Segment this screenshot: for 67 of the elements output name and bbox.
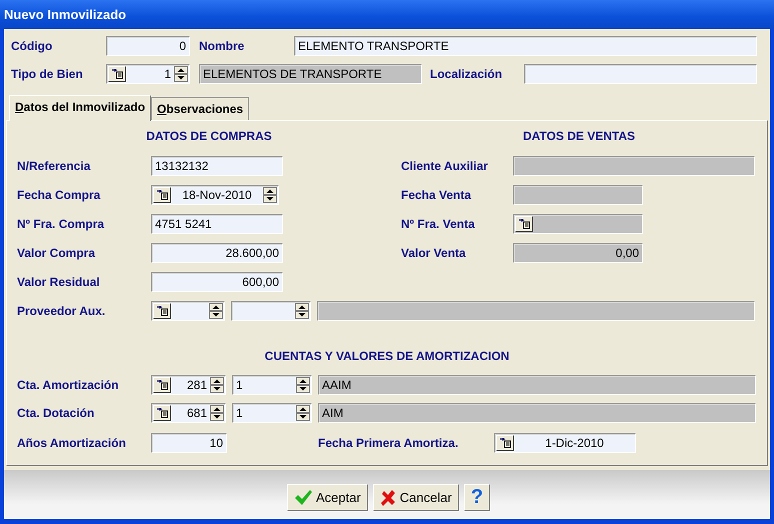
spin-field[interactable]: 1 bbox=[232, 403, 312, 423]
spinner[interactable] bbox=[174, 66, 188, 82]
lookup-field[interactable] bbox=[151, 300, 225, 320]
lookup-field[interactable]: 281 bbox=[151, 375, 226, 395]
field-label: Nº Fra. Venta bbox=[401, 216, 476, 230]
field-label: Años Amortización bbox=[17, 436, 127, 450]
spinner[interactable] bbox=[209, 302, 223, 318]
field-label: Valor Compra bbox=[17, 246, 96, 260]
text-field[interactable]: 4751 5241 bbox=[151, 214, 283, 234]
lookup-button[interactable] bbox=[153, 302, 171, 318]
list-icon bbox=[156, 306, 168, 316]
text-field[interactable]: 28.600,00 bbox=[151, 242, 283, 262]
field-label: Fecha Venta bbox=[401, 188, 472, 202]
lookup-button[interactable] bbox=[153, 405, 171, 421]
field-label: Proveedor Aux. bbox=[17, 304, 106, 318]
spinner[interactable] bbox=[210, 405, 224, 421]
lookup-button[interactable] bbox=[153, 186, 171, 202]
close-icon bbox=[380, 490, 396, 506]
section-heading: DATOS DE COMPRAS bbox=[145, 128, 273, 145]
text-field[interactable] bbox=[524, 64, 757, 84]
spinner[interactable] bbox=[296, 405, 310, 421]
field-label: Valor Residual bbox=[17, 274, 101, 288]
text-field[interactable]: ELEMENTO TRANSPORTE bbox=[294, 36, 757, 56]
text-field[interactable]: 600,00 bbox=[151, 272, 283, 292]
text-field[interactable]: 10 bbox=[151, 432, 227, 452]
field-label: Código bbox=[11, 39, 54, 53]
spin-field[interactable] bbox=[231, 300, 311, 320]
spin-field[interactable]: 1 bbox=[232, 375, 312, 395]
window-title: Nuevo Inmovilizado bbox=[4, 7, 126, 22]
field-label: Fecha Compra bbox=[17, 188, 102, 202]
lookup-field[interactable]: 1-Dic-2010 bbox=[494, 432, 636, 452]
list-icon bbox=[156, 408, 168, 418]
section-heading: DATOS DE VENTAS bbox=[522, 128, 636, 145]
list-icon bbox=[156, 190, 168, 200]
lookup-button[interactable] bbox=[153, 377, 171, 393]
tab[interactable]: Datos del Inmovilizado bbox=[9, 95, 152, 121]
checkmark-icon bbox=[294, 490, 312, 506]
field-label: Cta. Amortización bbox=[17, 378, 120, 392]
list-icon bbox=[156, 380, 168, 390]
lookup-button[interactable] bbox=[108, 66, 126, 82]
spinner[interactable] bbox=[296, 377, 310, 393]
lookup-field[interactable]: 681 bbox=[151, 403, 226, 423]
cancel-button[interactable]: Cancelar bbox=[372, 484, 459, 511]
field-label: Fecha Primera Amortiza. bbox=[318, 436, 460, 450]
lookup-field[interactable]: 1 bbox=[106, 64, 190, 84]
field-label: Cta. Dotación bbox=[17, 406, 96, 420]
field-label: Cliente Auxiliar bbox=[401, 158, 489, 172]
list-icon bbox=[500, 438, 510, 448]
text-field[interactable]: 13132132 bbox=[151, 156, 283, 176]
field-label: Nº Fra. Compra bbox=[17, 216, 106, 230]
field-label: Tipo de Bien bbox=[11, 67, 84, 81]
help-button[interactable]: ? bbox=[464, 484, 490, 511]
section-heading: CUENTAS Y VALORES DE AMORTIZACION bbox=[264, 348, 510, 365]
lookup-field[interactable]: 18-Nov-2010 bbox=[151, 184, 279, 204]
field-label: Valor Venta bbox=[401, 246, 467, 260]
tab[interactable]: Observaciones bbox=[151, 97, 250, 120]
spinner[interactable] bbox=[210, 377, 224, 393]
list-icon bbox=[112, 69, 122, 79]
lookup-button[interactable] bbox=[496, 434, 514, 450]
accept-button[interactable]: Aceptar bbox=[286, 484, 368, 511]
field-label: Nombre bbox=[199, 39, 246, 53]
field-label: Localización bbox=[430, 67, 504, 81]
list-icon bbox=[518, 218, 530, 228]
spinner[interactable] bbox=[295, 302, 309, 318]
text-field[interactable]: 0 bbox=[106, 36, 190, 56]
field-label: N/Referencia bbox=[17, 158, 92, 172]
spinner[interactable] bbox=[263, 186, 277, 202]
